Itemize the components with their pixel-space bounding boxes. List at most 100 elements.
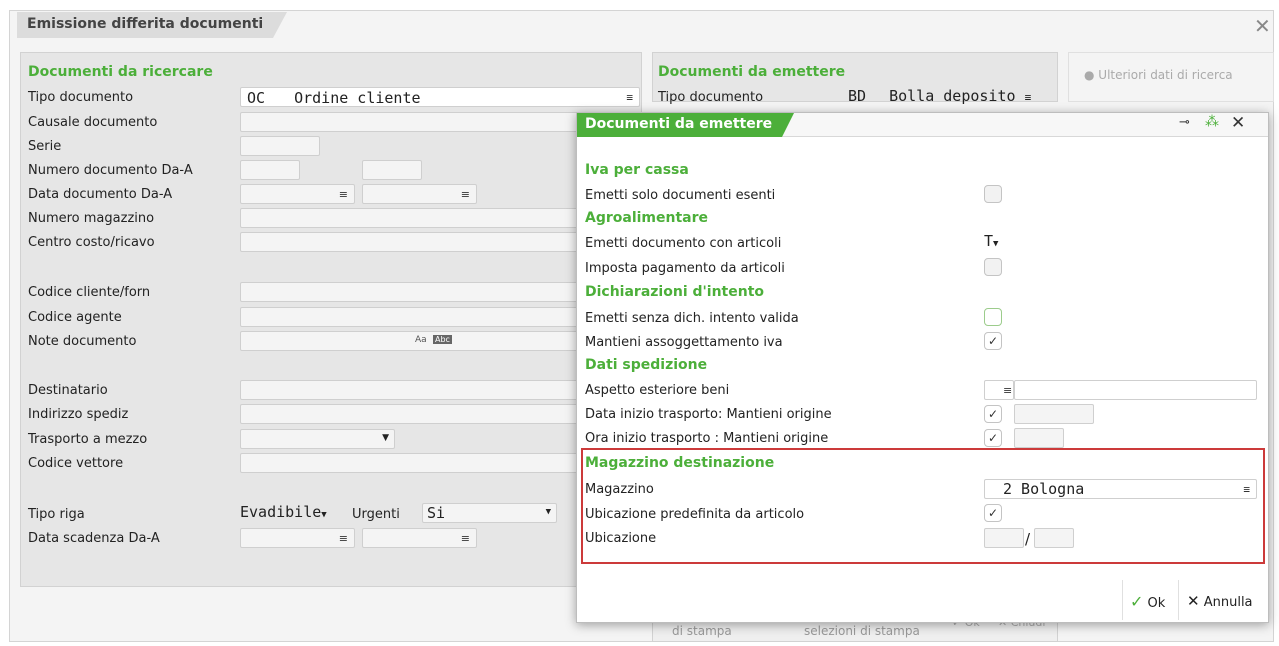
tipo-documento-value: Ordine cliente (294, 89, 421, 107)
emit-tipo-field[interactable]: BD Bolla deposito ≡ (848, 87, 1031, 105)
emetti-esenti-checkbox[interactable] (984, 185, 1002, 203)
codice-vettore-label: Codice vettore (28, 456, 124, 471)
list-icon[interactable]: ≡ (626, 91, 633, 104)
data-inizio-field[interactable] (1014, 404, 1094, 424)
centro-costo-field[interactable] (240, 232, 580, 252)
close-dialog-icon[interactable]: ✕ (1231, 113, 1245, 133)
codice-agente-field[interactable] (240, 307, 580, 327)
mantieni-iva-label: Mantieni assoggettamento iva (585, 335, 783, 350)
stampa-button[interactable]: di stampa (672, 624, 732, 638)
ora-inizio-checkbox[interactable]: ✓ (984, 429, 1002, 447)
ok-button[interactable]: ✓ Ok (1130, 592, 1165, 611)
emetti-esenti-label: Emetti solo documenti esenti (585, 188, 776, 203)
centro-costo-label: Centro costo/ricavo (28, 235, 155, 250)
emit-tipo-label: Tipo documento (658, 90, 764, 105)
close-icon[interactable]: ✕ (1254, 14, 1271, 38)
data-scadenza-label: Data scadenza Da-A (28, 531, 160, 546)
dropdown-icon[interactable]: ▼ (993, 239, 998, 249)
button-separator (1122, 580, 1123, 620)
tipo-riga-value: Evadibile (240, 503, 322, 521)
serie-field[interactable] (240, 136, 320, 156)
emit-section-title: Documenti da emettere (658, 64, 846, 80)
ok-label: Ok (1147, 596, 1166, 611)
emetti-articoli-label: Emetti documento con articoli (585, 236, 782, 251)
annulla-button[interactable]: ✕ Annulla (1187, 592, 1253, 610)
highlight-box (581, 448, 1265, 564)
abc-icon[interactable]: Abc (433, 335, 452, 344)
causale-field[interactable] (240, 112, 580, 132)
ulteriori-label: Ulteriori dati di ricerca (1098, 68, 1233, 82)
dropdown-icon[interactable]: ▼ (382, 433, 389, 443)
aspetto-label: Aspetto esteriore beni (585, 383, 730, 398)
mantieni-iva-checkbox[interactable]: ✓ (984, 332, 1002, 350)
iva-section-title: Iva per cassa (585, 162, 689, 178)
note-documento-label: Note documento (28, 334, 137, 349)
numero-magazzino-label: Numero magazzino (28, 211, 155, 226)
data-inizio-checkbox[interactable]: ✓ (984, 405, 1002, 423)
button-separator (1178, 580, 1179, 620)
urgenti-label: Urgenti (352, 507, 400, 522)
translate-icon[interactable]: Aa (415, 335, 427, 345)
maximize-icon[interactable]: ⁂ (1205, 114, 1219, 130)
emit-tipo-value: Bolla deposito (889, 87, 1016, 105)
aspetto-field[interactable] (1014, 380, 1257, 400)
numero-da-field[interactable] (240, 160, 300, 180)
numero-da-a-label: Numero documento Da-A (28, 163, 193, 178)
aspetto-list-button[interactable]: ≡ (984, 380, 1014, 400)
dich-section-title: Dichiarazioni d'intento (585, 284, 765, 300)
calendar-icon[interactable]: ≡ (461, 188, 470, 201)
urgenti-select[interactable]: Si ▼ (422, 503, 557, 523)
imposta-pagamento-checkbox[interactable] (984, 258, 1002, 276)
emetti-senza-dich-checkbox[interactable] (984, 308, 1002, 326)
list-icon[interactable]: ≡ (1025, 91, 1032, 104)
numero-a-field[interactable] (362, 160, 422, 180)
destinatario-label: Destinatario (28, 383, 108, 398)
trasporto-select[interactable]: ▼ (240, 429, 395, 449)
check-icon: ✓ (1130, 592, 1144, 611)
indirizzo-label: Indirizzo spediz (28, 407, 129, 422)
data-scadenza-da-field[interactable]: ≡ (240, 528, 355, 548)
data-inizio-label: Data inizio trasporto: Mantieni origine (585, 407, 832, 422)
serie-label: Serie (28, 139, 62, 154)
dropdown-icon[interactable]: ▼ (321, 510, 326, 520)
annulla-label: Annulla (1203, 595, 1253, 610)
search-section-title: Documenti da ricercare (28, 64, 213, 80)
dropdown-icon[interactable]: ▼ (546, 507, 551, 517)
imposta-pagamento-label: Imposta pagamento da articoli (585, 261, 785, 276)
selezioni-stampa-button[interactable]: selezioni di stampa (804, 624, 920, 638)
codice-vettore-field[interactable] (240, 453, 580, 473)
dialog-title: Documenti da emettere (577, 113, 795, 137)
list-icon[interactable]: ≡ (1003, 384, 1012, 397)
pin-icon[interactable]: ⊸ (1179, 115, 1190, 130)
causale-label: Causale documento (28, 115, 158, 130)
numero-magazzino-field[interactable] (240, 208, 580, 228)
urgenti-value: Si (427, 504, 446, 522)
codice-agente-label: Codice agente (28, 310, 122, 325)
tipo-documento-field[interactable]: OC Ordine cliente ≡ (240, 87, 640, 107)
calendar-icon[interactable]: ≡ (461, 532, 470, 545)
emetti-articoli-select[interactable]: T▼ (984, 232, 998, 250)
tipo-documento-code: OC (247, 89, 266, 107)
calendar-icon[interactable]: ≡ (339, 532, 348, 545)
agro-section-title: Agroalimentare (585, 210, 709, 226)
data-scadenza-a-field[interactable]: ≡ (362, 528, 477, 548)
close-icon: ✕ (1187, 592, 1200, 610)
indirizzo-field[interactable] (240, 404, 580, 424)
calendar-icon[interactable]: ≡ (339, 188, 348, 201)
sped-section-title: Dati spedizione (585, 357, 708, 373)
codice-cliente-field[interactable] (240, 282, 580, 302)
tipo-documento-label: Tipo documento (28, 90, 134, 105)
codice-cliente-label: Codice cliente/forn (28, 285, 151, 300)
emetti-senza-dich-label: Emetti senza dich. intento valida (585, 311, 799, 326)
note-documento-field[interactable]: Aa Abc (240, 331, 580, 351)
ora-inizio-field[interactable] (1014, 428, 1064, 448)
data-da-a-label: Data documento Da-A (28, 187, 173, 202)
window-title: Emissione differita documenti (17, 12, 288, 38)
tipo-riga-select[interactable]: Evadibile▼ (240, 503, 327, 521)
data-da-field[interactable]: ≡ (240, 184, 355, 204)
destinatario-field[interactable] (240, 380, 580, 400)
data-a-field[interactable]: ≡ (362, 184, 477, 204)
ulteriori-button[interactable]: ● Ulteriori dati di ricerca (1084, 68, 1233, 82)
emit-tipo-code: BD (848, 87, 867, 105)
trasporto-label: Trasporto a mezzo (28, 432, 148, 447)
